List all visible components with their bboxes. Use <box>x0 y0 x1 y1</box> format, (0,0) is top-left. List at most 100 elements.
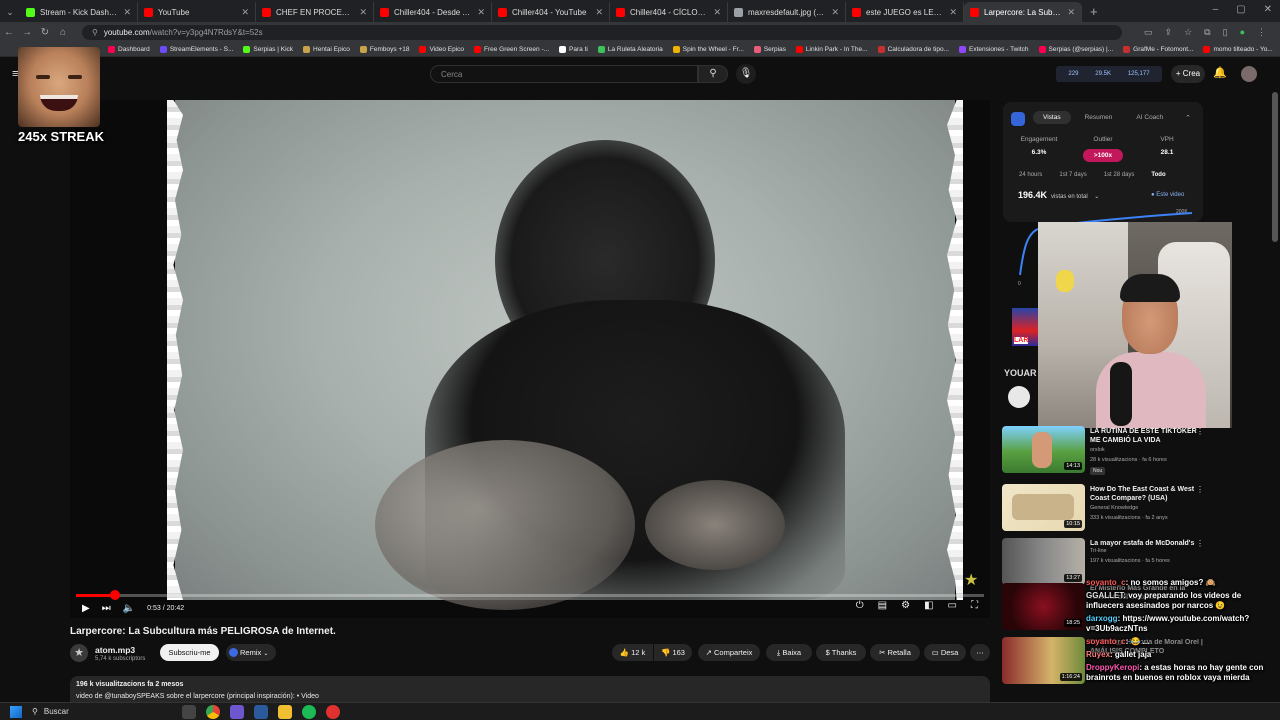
browser-tab[interactable]: Chiller404 - CÍCLOPE (Visualize ✕ <box>610 2 728 22</box>
browser-tab[interactable]: Stream - Kick Dashboard ✕ <box>20 2 138 22</box>
more-actions-button[interactable]: ⋯ <box>970 644 990 661</box>
bookmark-item[interactable]: La Ruleta Aleatoria <box>597 45 663 53</box>
total-views-label[interactable]: vistas en total <box>1051 194 1088 200</box>
create-button[interactable]: + Crea <box>1171 65 1205 83</box>
download-button[interactable]: ⤓ Baixa <box>766 644 812 661</box>
browser-tab[interactable]: CHEF EN PROCESO VS 6 MUJE ✕ <box>256 2 374 22</box>
menu-icon[interactable]: ⋮ <box>1257 27 1266 38</box>
spotify-icon[interactable] <box>302 704 316 719</box>
close-tab-icon[interactable]: ✕ <box>595 7 603 18</box>
sidepanel-icon[interactable]: ▯ <box>1223 27 1228 38</box>
thumbnail[interactable]: 1:16:24 <box>1002 637 1085 684</box>
close-tab-icon[interactable]: ✕ <box>359 7 367 18</box>
bookmark-item[interactable]: Video Epico <box>419 45 464 53</box>
bookmark-item[interactable]: Serpias (@serpias) |... <box>1038 45 1113 53</box>
clip-button[interactable]: ✂ Retalla <box>870 644 920 661</box>
close-tab-icon[interactable]: ✕ <box>241 7 249 18</box>
close-tab-icon[interactable]: ✕ <box>949 7 957 18</box>
avatar[interactable] <box>1241 66 1257 82</box>
bookmark-item[interactable]: Dashboard <box>108 45 150 53</box>
bookmark-item[interactable]: Para ti <box>559 45 588 53</box>
tab-resumen[interactable]: Resumen <box>1075 111 1123 124</box>
play-icon[interactable]: ▶ <box>82 603 90 614</box>
range-28d[interactable]: 1st 28 days <box>1104 172 1135 178</box>
bookmark-item[interactable]: Femboys +18 <box>359 45 409 53</box>
bookmark-item[interactable]: Calculadora de tipo... <box>877 45 949 53</box>
file-explorer-icon[interactable] <box>278 704 292 719</box>
settings-icon[interactable]: ⚙ <box>901 600 910 611</box>
profile-icon[interactable]: ● <box>1240 27 1245 38</box>
list-item[interactable]: 10:15 How Do The East Coast & West Coast… <box>1002 484 1272 536</box>
video-player[interactable]: ★ ▶ ⏭ 🔈 0:53 / 20:42 ⏻ ▤ ⚙ ◧ ▭ ⛶ <box>70 100 990 618</box>
next-icon[interactable]: ⏭ <box>102 603 111 614</box>
miniplayer-icon[interactable]: ◧ <box>924 600 933 611</box>
bookmark-item[interactable]: Serpias | Kick <box>243 45 293 53</box>
new-tab-button[interactable]: + <box>1082 2 1106 22</box>
voice-search-button[interactable]: 🎙 <box>736 64 756 84</box>
close-tab-icon[interactable]: ✕ <box>1067 7 1075 18</box>
channel-name[interactable]: atom.mp3 <box>95 645 135 655</box>
thanks-button[interactable]: $ Thanks <box>816 644 866 661</box>
autoplay-toggle[interactable]: ⏻ <box>856 600 864 611</box>
forward-icon[interactable]: → <box>18 27 36 38</box>
close-tab-icon[interactable]: ✕ <box>713 7 721 18</box>
bookmark-star-icon[interactable]: ☆ <box>1184 27 1192 38</box>
subscribe-button[interactable]: Subscriu-me <box>160 644 219 661</box>
windows-start-icon[interactable] <box>10 705 22 718</box>
dislike-button[interactable]: 👎 163 <box>654 644 692 661</box>
range-24h[interactable]: 24 hours <box>1019 172 1042 178</box>
reload-icon[interactable]: ↻ <box>36 27 54 38</box>
maximize-icon[interactable]: ▢ <box>1236 4 1245 15</box>
minimize-icon[interactable]: – <box>1213 4 1219 15</box>
volume-icon[interactable]: 🔈 <box>123 603 135 614</box>
bookmark-item[interactable]: Extensiones - Twitch <box>959 45 1029 53</box>
notifications-bell-icon[interactable]: 🔔 <box>1213 66 1227 79</box>
bookmark-item[interactable]: Free Green Screen -... <box>474 45 549 53</box>
fullscreen-icon[interactable]: ⛶ <box>971 600 978 611</box>
search-input[interactable]: Cerca <box>430 65 698 83</box>
tab-search-button[interactable]: ⌄ <box>0 2 20 22</box>
thumbnail[interactable]: 18:25 <box>1002 583 1085 630</box>
browser-tab[interactable]: este JUEGO es LETHAL COMPA ✕ <box>846 2 964 22</box>
close-tab-icon[interactable]: ✕ <box>123 7 131 18</box>
thumbnail[interactable]: 13:27 <box>1002 538 1085 585</box>
browser-tab[interactable]: Larpercore: La Subcultura más ✕ <box>964 2 1082 22</box>
chrome-icon[interactable] <box>206 704 220 719</box>
bookmark-item[interactable]: Serpias <box>753 45 786 53</box>
close-icon[interactable]: ✕ <box>1264 4 1272 15</box>
theater-mode-icon[interactable]: ▭ <box>948 600 957 611</box>
partial-thumbnail[interactable]: LAR <box>1012 308 1038 346</box>
browser-tab[interactable]: maxresdefault.jpg (1280×720) ✕ <box>728 2 846 22</box>
remix-button[interactable]: Remix ⌄ <box>226 644 276 661</box>
share-icon[interactable]: ⇪ <box>1165 27 1173 38</box>
browser-tab[interactable]: Chiller404 - Desde Arriba (Audi ✕ <box>374 2 492 22</box>
search-button[interactable]: ⚲ <box>698 65 728 83</box>
url-field[interactable]: ⚲ youtube.com/watch?v=y3pg4N7RdsY&t=52s <box>82 24 1122 40</box>
channel-avatar[interactable]: ★ <box>70 644 88 662</box>
home-icon[interactable]: ⌂ <box>54 27 72 38</box>
thumbnail[interactable]: 10:15 <box>1002 484 1085 531</box>
back-icon[interactable]: ← <box>0 27 18 38</box>
bookmark-item[interactable]: momo tilteado - Yo... <box>1203 45 1273 53</box>
stats-extension[interactable]: 229 29.5K 125,177 <box>1056 66 1162 82</box>
scrollbar[interactable] <box>1272 92 1278 242</box>
close-tab-icon[interactable]: ✕ <box>831 7 839 18</box>
browser-tab[interactable]: Chiller404 - YouTube ✕ <box>492 2 610 22</box>
site-info-icon[interactable]: ⚲ <box>92 28 98 37</box>
subtitles-icon[interactable]: ▤ <box>878 600 887 611</box>
progress-bar[interactable] <box>76 590 984 600</box>
more-icon[interactable]: ⋮ <box>1196 539 1204 548</box>
more-icon[interactable]: ⋮ <box>1196 427 1204 436</box>
tab-vistas[interactable]: Vistas <box>1033 111 1071 124</box>
bookmark-item[interactable]: Linkin Park - In The... <box>795 45 868 53</box>
range-all[interactable]: Todo <box>1151 172 1165 178</box>
thumbnail[interactable]: 14:13 <box>1002 426 1085 473</box>
steam-icon[interactable] <box>254 704 268 719</box>
bookmark-item[interactable]: StreamElements - S... <box>159 45 233 53</box>
obs-app-icon[interactable] <box>230 704 244 719</box>
save-button[interactable]: ▭ Desa <box>924 644 966 661</box>
range-7d[interactable]: 1st 7 days <box>1059 172 1086 178</box>
share-button[interactable]: ↗ Comparteix <box>698 644 760 661</box>
tab-ai-coach[interactable]: AI Coach <box>1126 111 1173 124</box>
extensions-icon[interactable]: ⧉ <box>1204 27 1210 38</box>
